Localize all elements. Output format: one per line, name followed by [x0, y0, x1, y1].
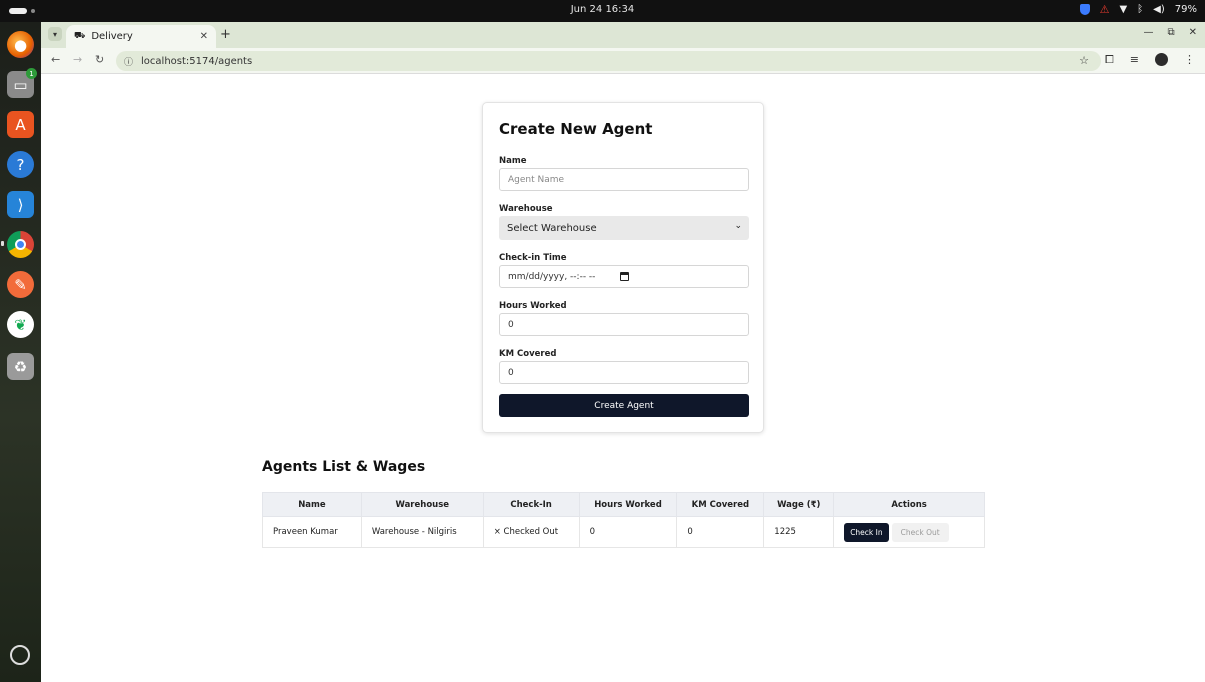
trash-icon[interactable]: ♻ [7, 353, 34, 380]
files-badge: 1 [26, 68, 37, 79]
create-agent-form: Create New Agent Name Agent Name Warehou… [482, 102, 764, 433]
chrome-icon[interactable] [7, 231, 34, 258]
hours-label: Hours Worked [499, 301, 567, 311]
window-controls: — ⧉ ✕ [1143, 27, 1197, 38]
warehouse-label: Warehouse [499, 204, 553, 214]
help-icon[interactable]: ? [7, 151, 34, 178]
column-header: KM Covered [676, 492, 765, 517]
tab-title: Delivery [91, 31, 133, 42]
url-text: localhost:5174/agents [141, 55, 253, 67]
agent-checkin-status-cell: × Checked Out [482, 516, 580, 548]
create-agent-button[interactable]: Create Agent [499, 394, 749, 417]
delivery-favicon-icon: ⛟ [74, 31, 86, 41]
window-close-icon[interactable]: ✕ [1189, 27, 1197, 38]
volume-icon: ◀) [1153, 4, 1165, 15]
forward-icon[interactable]: → [73, 53, 82, 66]
table-row: Praveen Kumar Warehouse - Nilgiris × Che… [262, 516, 985, 548]
bluetooth-icon: ᛒ [1137, 4, 1144, 15]
check-out-button[interactable]: Check Out [891, 522, 949, 542]
system-tray[interactable]: ⚠ ▼ ᛒ ◀) 79% [1079, 3, 1197, 16]
files-icon[interactable]: ▭ 1 [7, 68, 37, 98]
mongodb-icon[interactable]: ❦ [7, 311, 34, 338]
firefox-icon[interactable]: ● [7, 31, 34, 58]
wifi-icon: ▼ [1119, 4, 1128, 15]
column-header: Hours Worked [578, 492, 678, 517]
reading-list-icon[interactable]: ≡ [1130, 53, 1139, 67]
warning-icon[interactable]: ⚠ [1100, 3, 1110, 16]
warehouse-select[interactable]: Select Warehouse ⌄ [499, 216, 749, 240]
vscode-icon[interactable]: ⟩ [7, 191, 34, 218]
agent-wage-cell: 1225 [763, 516, 835, 548]
tab-delivery[interactable]: ⛟ Delivery ✕ [66, 25, 216, 48]
new-tab-icon[interactable]: + [220, 27, 231, 42]
checkin-datetime-input[interactable]: mm/dd/yyyy, --:-- -- [499, 265, 749, 288]
running-indicator [1, 241, 4, 246]
column-header: Name [262, 492, 362, 517]
toolbar-actions: ⧠ ≡ ⋮ [1105, 53, 1195, 67]
km-label: KM Covered [499, 349, 557, 359]
bookmark-star-icon[interactable]: ☆ [1079, 54, 1089, 67]
agents-table: Name Warehouse Check-In Hours Worked KM … [262, 492, 985, 548]
show-apps-icon[interactable] [10, 645, 30, 665]
dock: ● ▭ 1 A ? ⟩ ✎ ❦ ♻ [0, 22, 41, 682]
checkin-value: mm/dd/yyyy, --:-- -- [508, 271, 596, 282]
tab-strip: ▾ ⛟ Delivery ✕ + — ⧉ ✕ [41, 22, 1205, 48]
agent-actions-cell: Check In Check Out [833, 516, 985, 548]
page-content: Create New Agent Name Agent Name Warehou… [41, 75, 1205, 682]
form-title: Create New Agent [499, 120, 653, 138]
tab-close-icon[interactable]: ✕ [200, 31, 208, 42]
km-covered-input[interactable]: 0 [499, 361, 749, 384]
restore-icon[interactable]: ⧉ [1167, 27, 1174, 38]
battery-level: 79% [1174, 4, 1197, 15]
vpn-shield-icon[interactable] [1079, 4, 1090, 15]
tab-search-chevron-icon[interactable]: ▾ [48, 27, 62, 41]
column-header: Warehouse [360, 492, 484, 517]
minimize-icon[interactable]: — [1143, 27, 1153, 38]
browser-toolbar: ← → ↻ ⓘ localhost:5174/agents ☆ ⧠ ≡ ⋮ [41, 48, 1205, 74]
app-center-icon[interactable]: A [7, 111, 34, 138]
postman-icon[interactable]: ✎ [7, 271, 34, 298]
warehouse-selected-value: Select Warehouse [507, 222, 597, 234]
back-icon[interactable]: ← [51, 53, 60, 66]
system-top-bar: Jun 24 16:34 ⚠ ▼ ᛒ ◀) 79% [0, 0, 1205, 22]
site-info-icon[interactable]: ⓘ [124, 55, 133, 68]
menu-kebab-icon[interactable]: ⋮ [1184, 53, 1195, 67]
agent-warehouse-cell: Warehouse - Nilgiris [360, 516, 484, 548]
reload-icon[interactable]: ↻ [95, 53, 104, 66]
checkin-label: Check-in Time [499, 253, 567, 263]
system-clock[interactable]: Jun 24 16:34 [0, 4, 1205, 15]
address-bar[interactable]: ⓘ localhost:5174/agents ☆ [116, 51, 1101, 71]
column-header: Check-In [482, 492, 580, 517]
agent-km-cell: 0 [676, 516, 765, 548]
table-header-row: Name Warehouse Check-In Hours Worked KM … [262, 492, 985, 517]
extensions-icon[interactable]: ⧠ [1105, 53, 1114, 67]
agents-list-title: Agents List & Wages [262, 459, 426, 475]
chevron-down-icon: ⌄ [734, 221, 742, 231]
check-in-button[interactable]: Check In [844, 522, 889, 542]
calendar-icon[interactable] [620, 272, 629, 281]
chrome-center-icon [15, 239, 26, 250]
column-header: Actions [833, 492, 985, 517]
agent-name-input[interactable]: Agent Name [499, 168, 749, 191]
name-label: Name [499, 156, 527, 166]
hours-worked-input[interactable]: 0 [499, 313, 749, 336]
column-header: Wage (₹) [763, 492, 835, 517]
agent-hours-cell: 0 [578, 516, 678, 548]
agent-name-cell: Praveen Kumar [262, 516, 362, 548]
profile-avatar-icon[interactable] [1155, 53, 1168, 66]
